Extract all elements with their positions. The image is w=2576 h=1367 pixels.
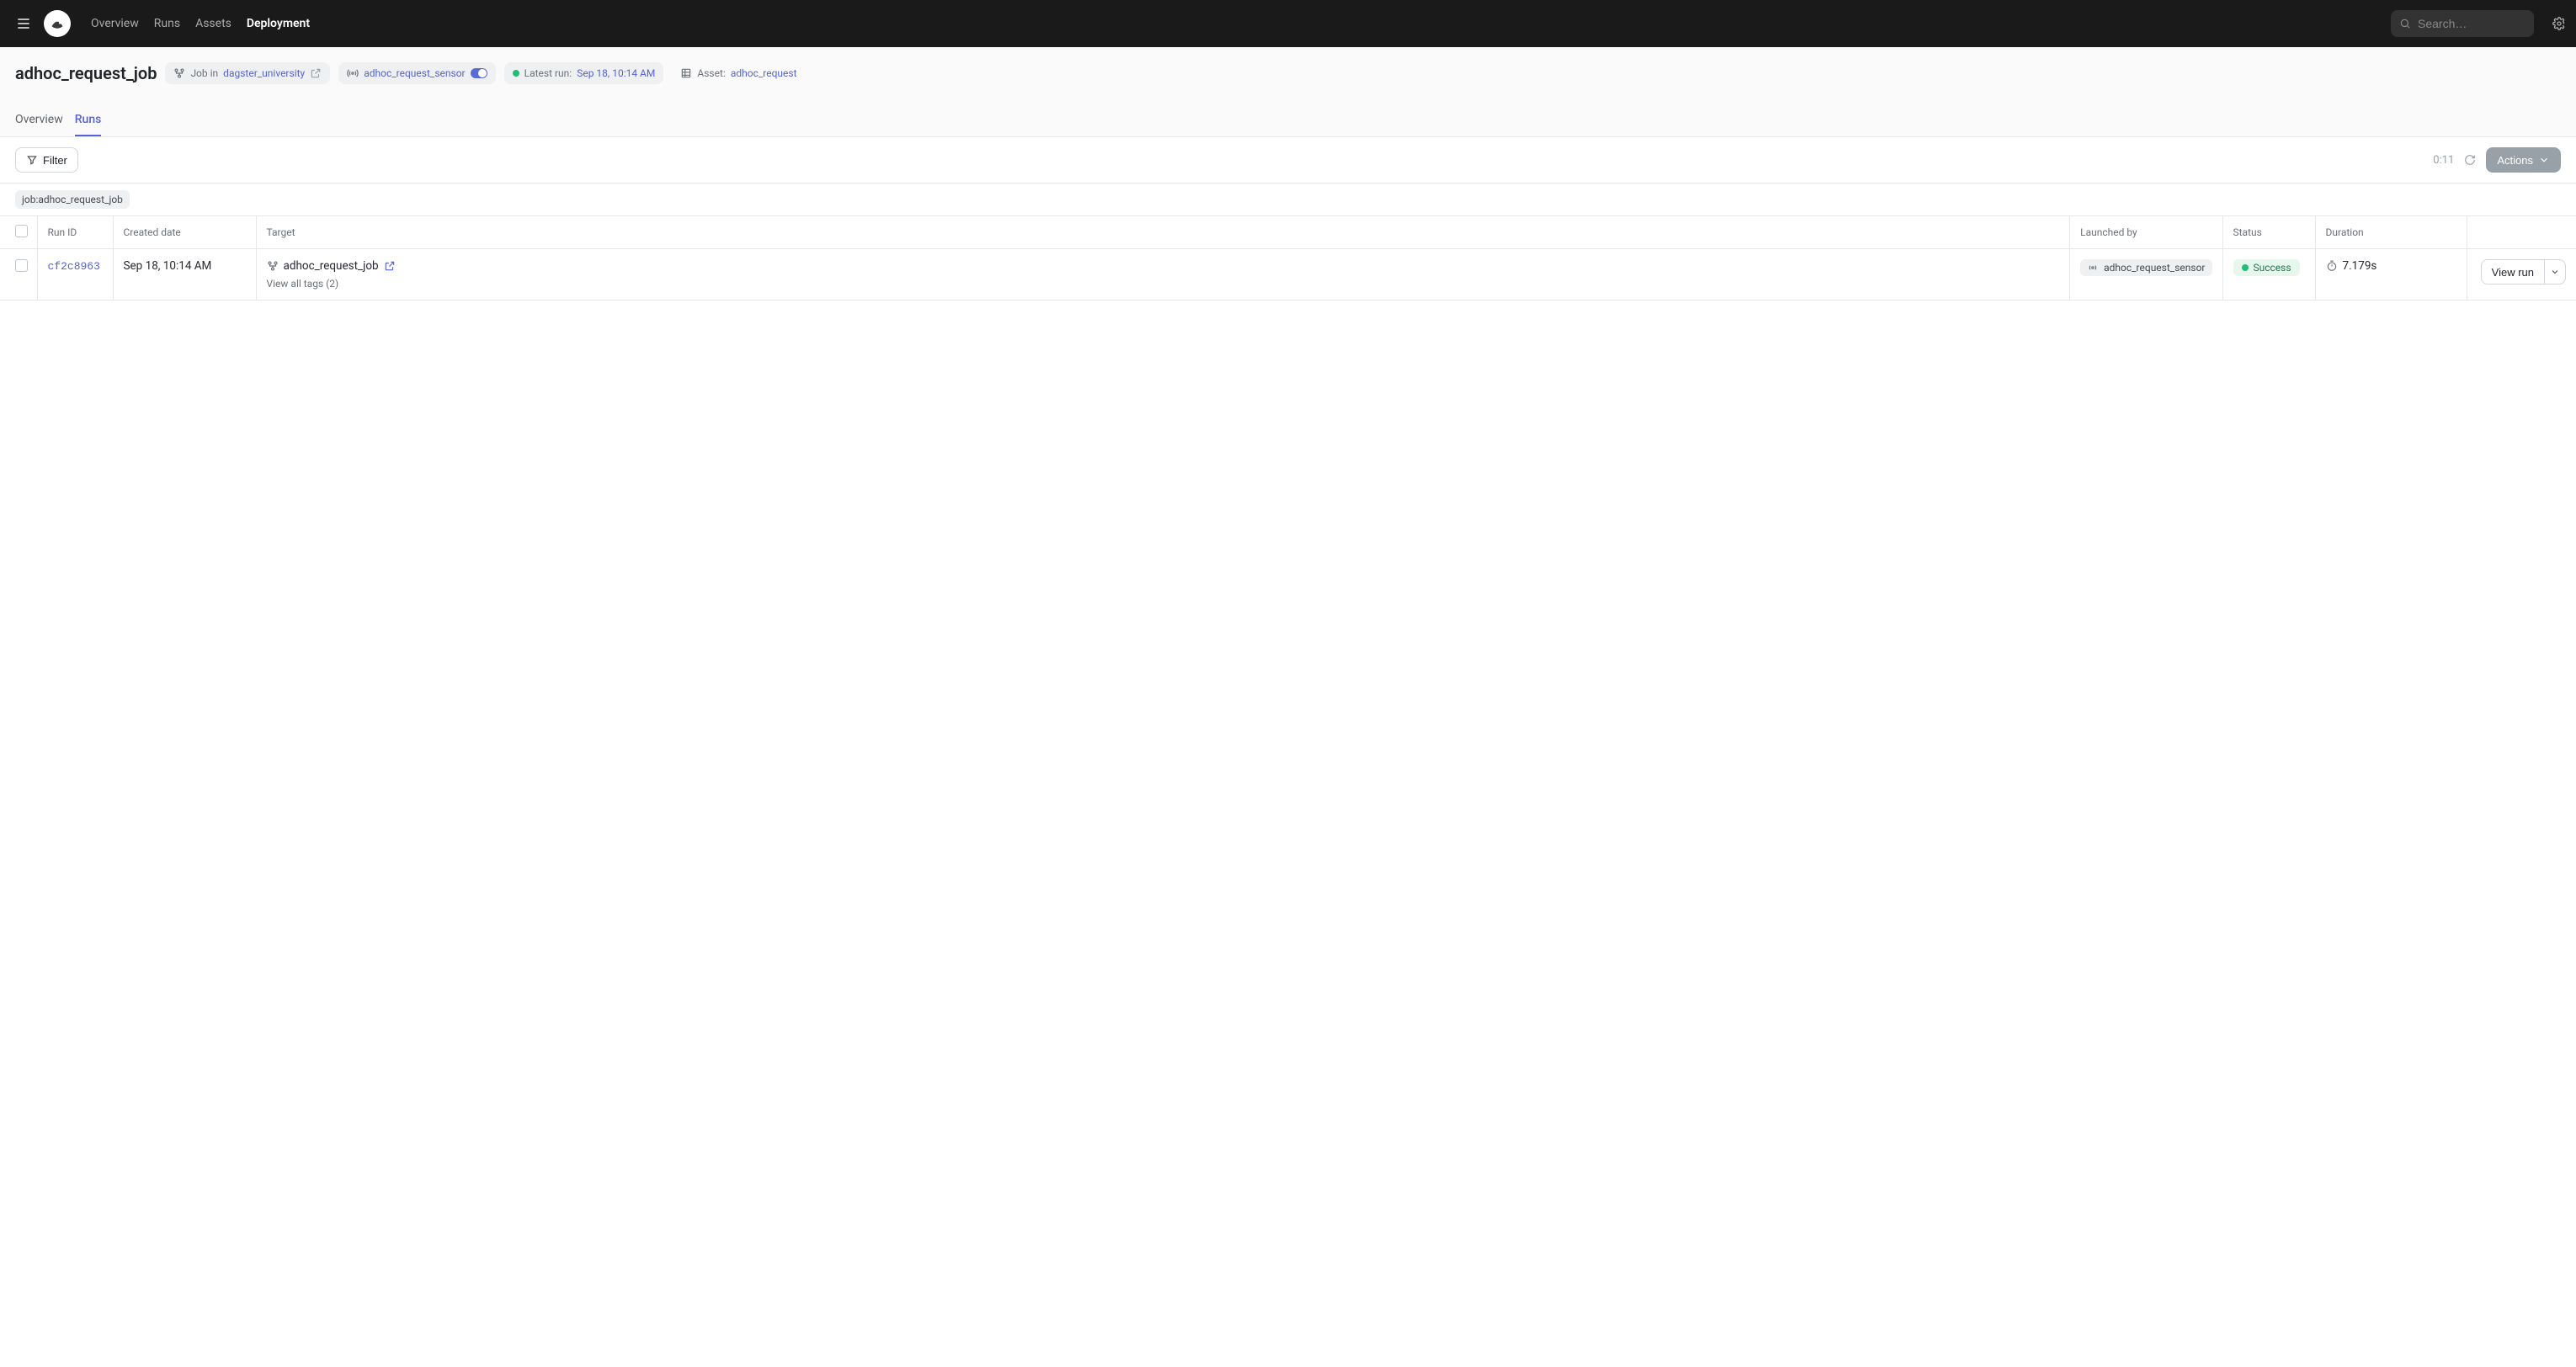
menu-button[interactable] [10,10,37,37]
sensor-chip[interactable]: adhoc_request_sensor [338,62,495,84]
actions-button[interactable]: Actions [2486,147,2561,173]
launched-by-label: adhoc_request_sensor [2104,262,2205,274]
external-link-icon [310,67,322,79]
col-created-date: Created date [113,216,256,249]
view-all-tags[interactable]: View all tags (2) [267,278,2060,290]
status-dot-icon [2242,264,2249,271]
latest-run-chip[interactable]: Latest run: Sep 18, 10:14 AM [504,62,664,84]
target-job-name[interactable]: adhoc_request_job [284,259,379,273]
hamburger-icon [15,15,32,32]
external-link-icon[interactable] [384,260,396,272]
table-row: cf2c8963 Sep 18, 10:14 AM adhoc_request_… [0,249,2576,301]
runs-table: Run ID Created date Target Launched by S… [0,215,2576,301]
latest-run-time-link[interactable]: Sep 18, 10:14 AM [577,67,655,79]
row-checkbox[interactable] [15,259,28,272]
status-badge: Success [2233,259,2300,276]
filter-icon [26,154,38,166]
tabs: Overview Runs [15,104,2561,136]
job-repo-link[interactable]: dagster_university [223,67,305,79]
latest-run-prefix: Latest run: [524,67,572,79]
nav-runs[interactable]: Runs [147,12,187,35]
filter-bar: Filter 0:11 Actions [0,137,2576,184]
launched-by-chip[interactable]: adhoc_request_sensor [2080,259,2211,276]
created-date: Sep 18, 10:14 AM [124,259,212,273]
status-dot-icon [513,70,519,77]
duration-value: 7.179s [2343,259,2377,273]
search-box[interactable]: / [2391,10,2534,37]
search-input[interactable] [2418,17,2570,30]
refresh-icon [2464,154,2476,166]
tab-runs[interactable]: Runs [75,104,102,136]
page-header: adhoc_request_job Job in dagster_univers… [0,47,2576,137]
sensor-toggle[interactable] [471,68,487,78]
refresh-timer: 0:11 [2433,154,2454,167]
top-nav: Overview Runs Assets Deployment / [0,0,2576,47]
sensor-link[interactable]: adhoc_request_sensor [364,67,465,79]
nav-assets[interactable]: Assets [189,12,238,35]
chevron-down-icon [2538,154,2550,166]
job-in-prefix: Job in [190,67,218,79]
asset-chip[interactable]: Asset: adhoc_request [672,62,805,84]
timer-icon [2326,260,2338,272]
sensor-icon [2087,262,2099,274]
applied-filters: job:adhoc_request_job [0,184,2576,215]
sensor-icon [347,67,359,79]
col-duration: Duration [2315,216,2467,249]
view-run-button[interactable]: View run [2481,259,2545,285]
nav-links: Overview Runs Assets Deployment [84,12,317,35]
settings-button[interactable] [2552,17,2566,30]
col-launched-by: Launched by [2070,216,2222,249]
refresh-button[interactable] [2464,154,2476,166]
asset-link[interactable]: adhoc_request [731,67,797,79]
run-id-link[interactable]: cf2c8963 [48,260,100,273]
tab-overview[interactable]: Overview [15,104,63,136]
search-icon [2399,18,2411,29]
col-run-id: Run ID [37,216,113,249]
nav-deployment[interactable]: Deployment [240,12,317,35]
chevron-down-icon [2550,267,2560,277]
job-icon [173,67,185,79]
view-run-more-button[interactable] [2545,259,2566,285]
col-status: Status [2222,216,2315,249]
asset-prefix: Asset: [697,67,725,79]
gear-icon [2552,17,2566,30]
filter-chip-job[interactable]: job:adhoc_request_job [15,190,130,209]
col-target: Target [256,216,2070,249]
filter-label: Filter [43,154,67,167]
filter-button[interactable]: Filter [15,147,78,173]
job-location-chip[interactable]: Job in dagster_university [165,62,330,84]
dagster-logo[interactable] [44,10,71,37]
nav-overview[interactable]: Overview [84,12,146,35]
select-all-checkbox[interactable] [15,225,28,237]
status-label: Success [2254,262,2291,274]
asset-icon [680,67,692,79]
page-title: adhoc_request_job [15,63,157,83]
actions-label: Actions [2497,154,2533,167]
job-icon [267,260,279,272]
